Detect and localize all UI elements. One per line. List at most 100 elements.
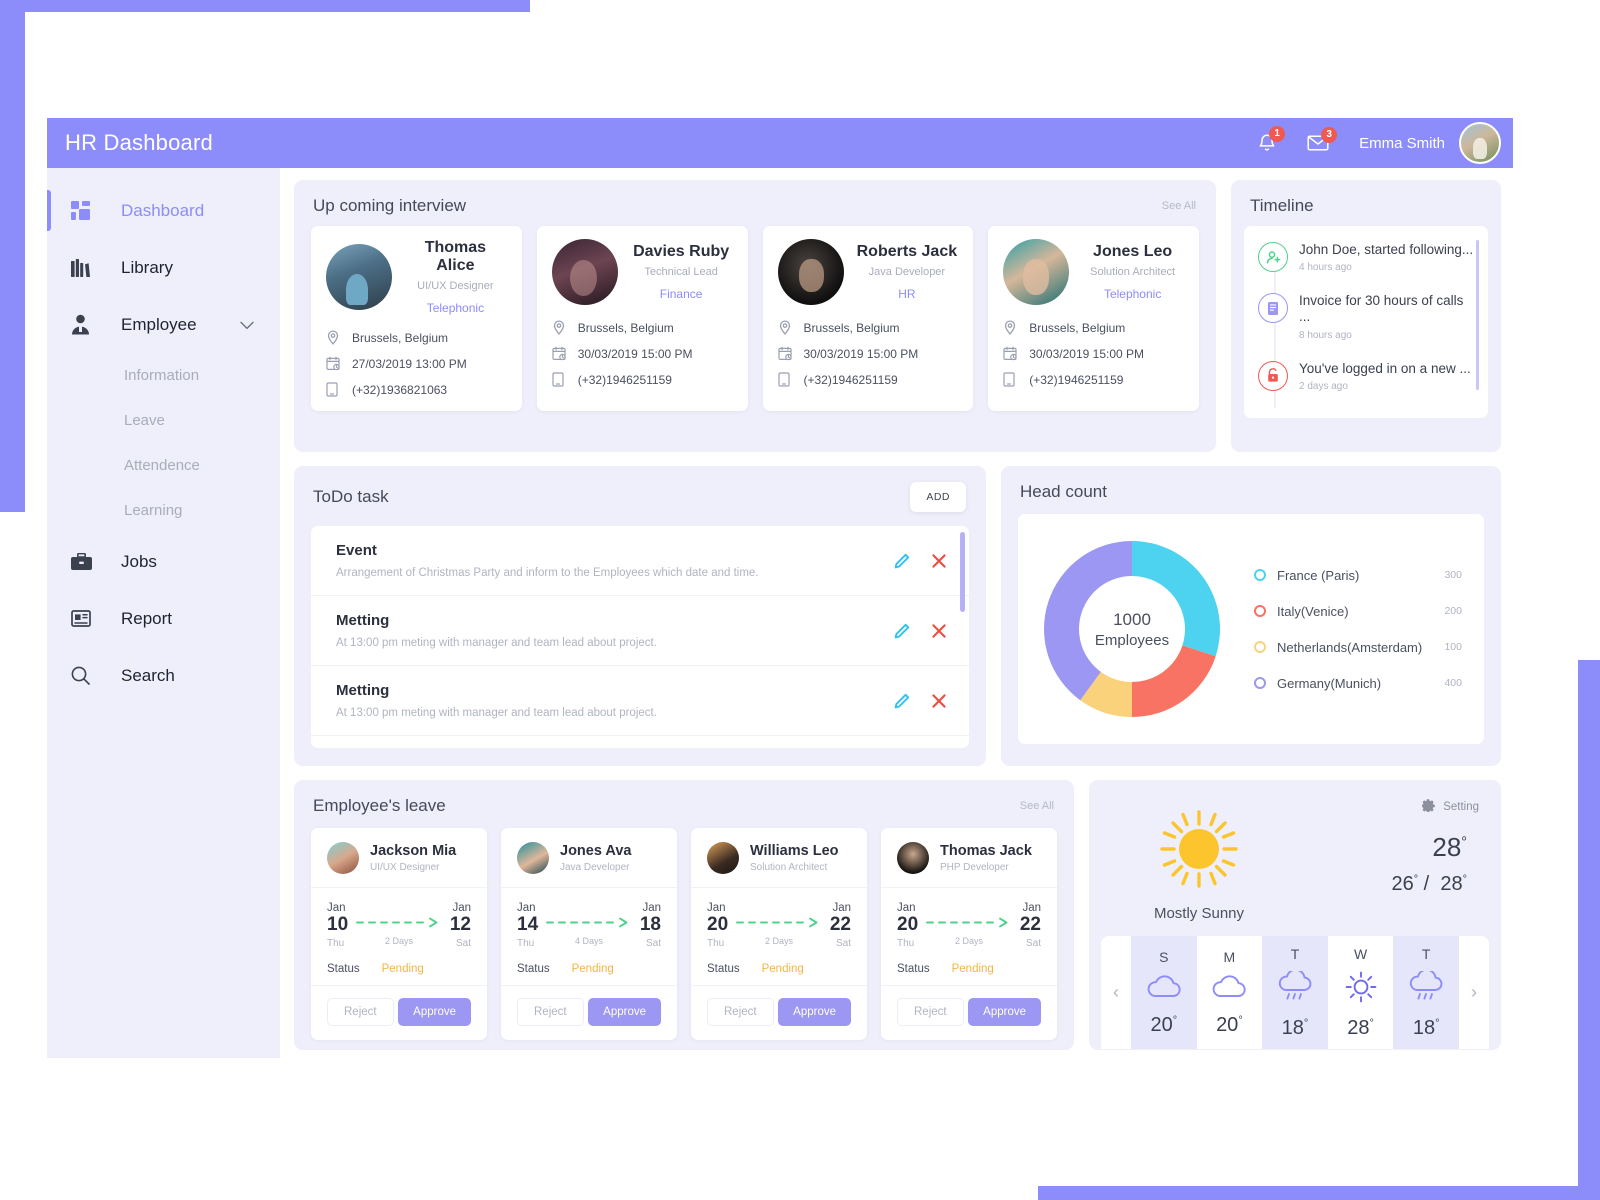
calendar-icon xyxy=(1003,346,1018,361)
leave-from-day: 10 xyxy=(327,914,349,935)
legend-value: 300 xyxy=(1444,569,1462,581)
sidebar-item-employee[interactable]: Employee xyxy=(47,296,280,353)
sidebar-item-search[interactable]: Search xyxy=(47,647,280,704)
upcoming-interview-panel: Up coming interview See All Thomas Alice… xyxy=(294,180,1216,452)
approve-button[interactable]: Approve xyxy=(398,997,471,1026)
interview-type: HR xyxy=(898,287,916,301)
employee-role: Java Developer xyxy=(560,862,630,873)
panel-title: Up coming interview xyxy=(313,196,467,215)
interview-card[interactable]: Thomas Alice UI/UX Designer Telephonic Brus… xyxy=(311,226,522,411)
timeline-item[interactable]: Invoice for 30 hours of calls ... 8 hours… xyxy=(1258,293,1476,341)
employee-role: PHP Developer xyxy=(940,862,1009,873)
sidebar-subitem-attendence[interactable]: Attendence xyxy=(47,443,280,488)
todo-item: Metting At 13:00 pm meting with manager a… xyxy=(311,596,969,666)
forecast-day-label: T xyxy=(1421,945,1431,962)
sidebar-item-dashboard[interactable]: Dashboard xyxy=(47,182,280,239)
edit-pencil-icon[interactable] xyxy=(894,553,910,569)
donut-slice[interactable] xyxy=(1044,541,1132,701)
timeline-scrollbar[interactable] xyxy=(1476,240,1479,390)
forecast-day[interactable]: T 18° xyxy=(1393,936,1459,1049)
forecast-day[interactable]: W 28° xyxy=(1328,936,1394,1049)
interview-datetime: 27/03/2019 13:00 PM xyxy=(352,356,467,371)
weather-setting-button[interactable]: Setting xyxy=(1421,799,1479,815)
avatar[interactable] xyxy=(1459,122,1501,164)
candidate-phone: (+32)1946251159 xyxy=(1029,372,1124,387)
forecast-day[interactable]: S 20° xyxy=(1131,936,1197,1049)
forecast-day-label: W xyxy=(1353,945,1368,962)
reject-button[interactable]: Reject xyxy=(897,997,964,1026)
reject-button[interactable]: Reject xyxy=(707,997,774,1026)
employee-leave-panel: Employee's leave See All Jackson Mia UI/U… xyxy=(294,780,1074,1050)
legend-color-ring xyxy=(1254,641,1266,653)
forecast-next-button[interactable]: › xyxy=(1459,936,1489,1049)
timeline-item[interactable]: John Doe, started following... 4 hours ag… xyxy=(1258,242,1476,273)
leave-from-day: 14 xyxy=(517,914,539,935)
legend-label: Italy(Venice) xyxy=(1277,603,1349,619)
sidebar-item-library[interactable]: Library xyxy=(47,239,280,296)
approve-button[interactable]: Approve xyxy=(968,997,1041,1026)
leave-from-dow: Thu xyxy=(707,937,725,949)
gear-icon xyxy=(1421,799,1435,815)
edit-pencil-icon[interactable] xyxy=(894,693,910,709)
approve-button[interactable]: Approve xyxy=(588,997,661,1026)
leave-status-label: Status xyxy=(517,962,550,975)
legend-item: Italy(Venice) 200 xyxy=(1254,604,1470,619)
sidebar-item-report[interactable]: Report xyxy=(47,590,280,647)
add-task-button[interactable]: ADD xyxy=(910,482,966,512)
leave-to-day: 12 xyxy=(449,914,471,935)
sidebar-item-jobs[interactable]: Jobs xyxy=(47,533,280,590)
forecast-prev-button[interactable]: ‹ xyxy=(1101,936,1131,1049)
sidebar-item-label: Dashboard xyxy=(121,200,205,220)
interview-card[interactable]: Roberts Jack Java Developer HR Brussels, Be… xyxy=(762,226,974,411)
delete-cross-icon[interactable] xyxy=(931,693,947,709)
reject-button[interactable]: Reject xyxy=(327,997,394,1026)
forecast-day[interactable]: T 18° xyxy=(1262,936,1328,1049)
see-all-link[interactable]: See All xyxy=(1162,200,1196,212)
delete-cross-icon[interactable] xyxy=(931,553,947,569)
reject-button[interactable]: Reject xyxy=(517,997,584,1026)
panel-title: Employee's leave xyxy=(313,796,446,815)
app-header: HR Dashboard 1 3 Emma Smith xyxy=(47,118,1513,168)
candidate-location: Brussels, Belgium xyxy=(1029,320,1126,335)
calendar-icon xyxy=(326,356,341,371)
see-all-link[interactable]: See All xyxy=(1020,800,1054,812)
forecast-day[interactable]: M 20° xyxy=(1197,936,1263,1049)
leave-from-month: Jan xyxy=(707,902,726,914)
donut-slice[interactable] xyxy=(1132,541,1220,657)
employee-avatar xyxy=(897,842,929,874)
messages-button[interactable]: 3 xyxy=(1307,127,1338,152)
chevron-down-icon[interactable] xyxy=(240,315,254,335)
timeline-item-text: Invoice for 30 hours of calls ... xyxy=(1299,293,1464,325)
donut-slice[interactable] xyxy=(1132,645,1216,717)
interview-card[interactable]: Davies Ruby Technical Lead Finance Brussels… xyxy=(536,226,748,411)
candidate-avatar xyxy=(326,244,392,310)
employee-name: Thomas Jack xyxy=(940,843,1032,859)
timeline-item[interactable]: You've logged in on a new ... 2 days ago xyxy=(1258,360,1476,392)
user-plus-icon xyxy=(1258,242,1288,272)
leave-status-label: Status xyxy=(707,962,740,975)
employee-avatar xyxy=(707,842,739,874)
sidebar-subitem-information[interactable]: Information xyxy=(47,353,280,398)
todo-scrollbar[interactable] xyxy=(960,532,965,612)
books-icon xyxy=(71,258,99,278)
notifications-button[interactable]: 1 xyxy=(1257,125,1286,154)
approve-button[interactable]: Approve xyxy=(778,997,851,1026)
sidebar-item-label: Employee xyxy=(121,314,197,334)
sidebar: Dashboard Library Employee Information L… xyxy=(47,168,280,1058)
leave-from-dow: Thu xyxy=(897,937,915,949)
forecast-day-temp: 18° xyxy=(1412,1016,1440,1039)
legend-item: Netherlands(Amsterdam) 100 xyxy=(1254,640,1470,655)
edit-pencil-icon[interactable] xyxy=(894,623,910,639)
employee-name: Jackson Mia xyxy=(370,843,457,859)
delete-cross-icon[interactable] xyxy=(931,623,947,639)
sidebar-subitem-learning[interactable]: Learning xyxy=(47,488,280,533)
candidate-role: Technical Lead xyxy=(644,266,718,278)
candidate-phone: (+32)1946251159 xyxy=(803,372,898,387)
legend-item: France (Paris) 300 xyxy=(1254,568,1470,583)
interview-card[interactable]: Jones Leo Solution Architect Telephonic Bru… xyxy=(988,226,1199,411)
phone-icon xyxy=(552,372,567,387)
sidebar-subitem-leave[interactable]: Leave xyxy=(47,398,280,443)
interview-type: Finance xyxy=(659,287,703,301)
employee-avatar xyxy=(327,842,359,874)
weather-condition: Mostly Sunny xyxy=(1153,905,1245,922)
